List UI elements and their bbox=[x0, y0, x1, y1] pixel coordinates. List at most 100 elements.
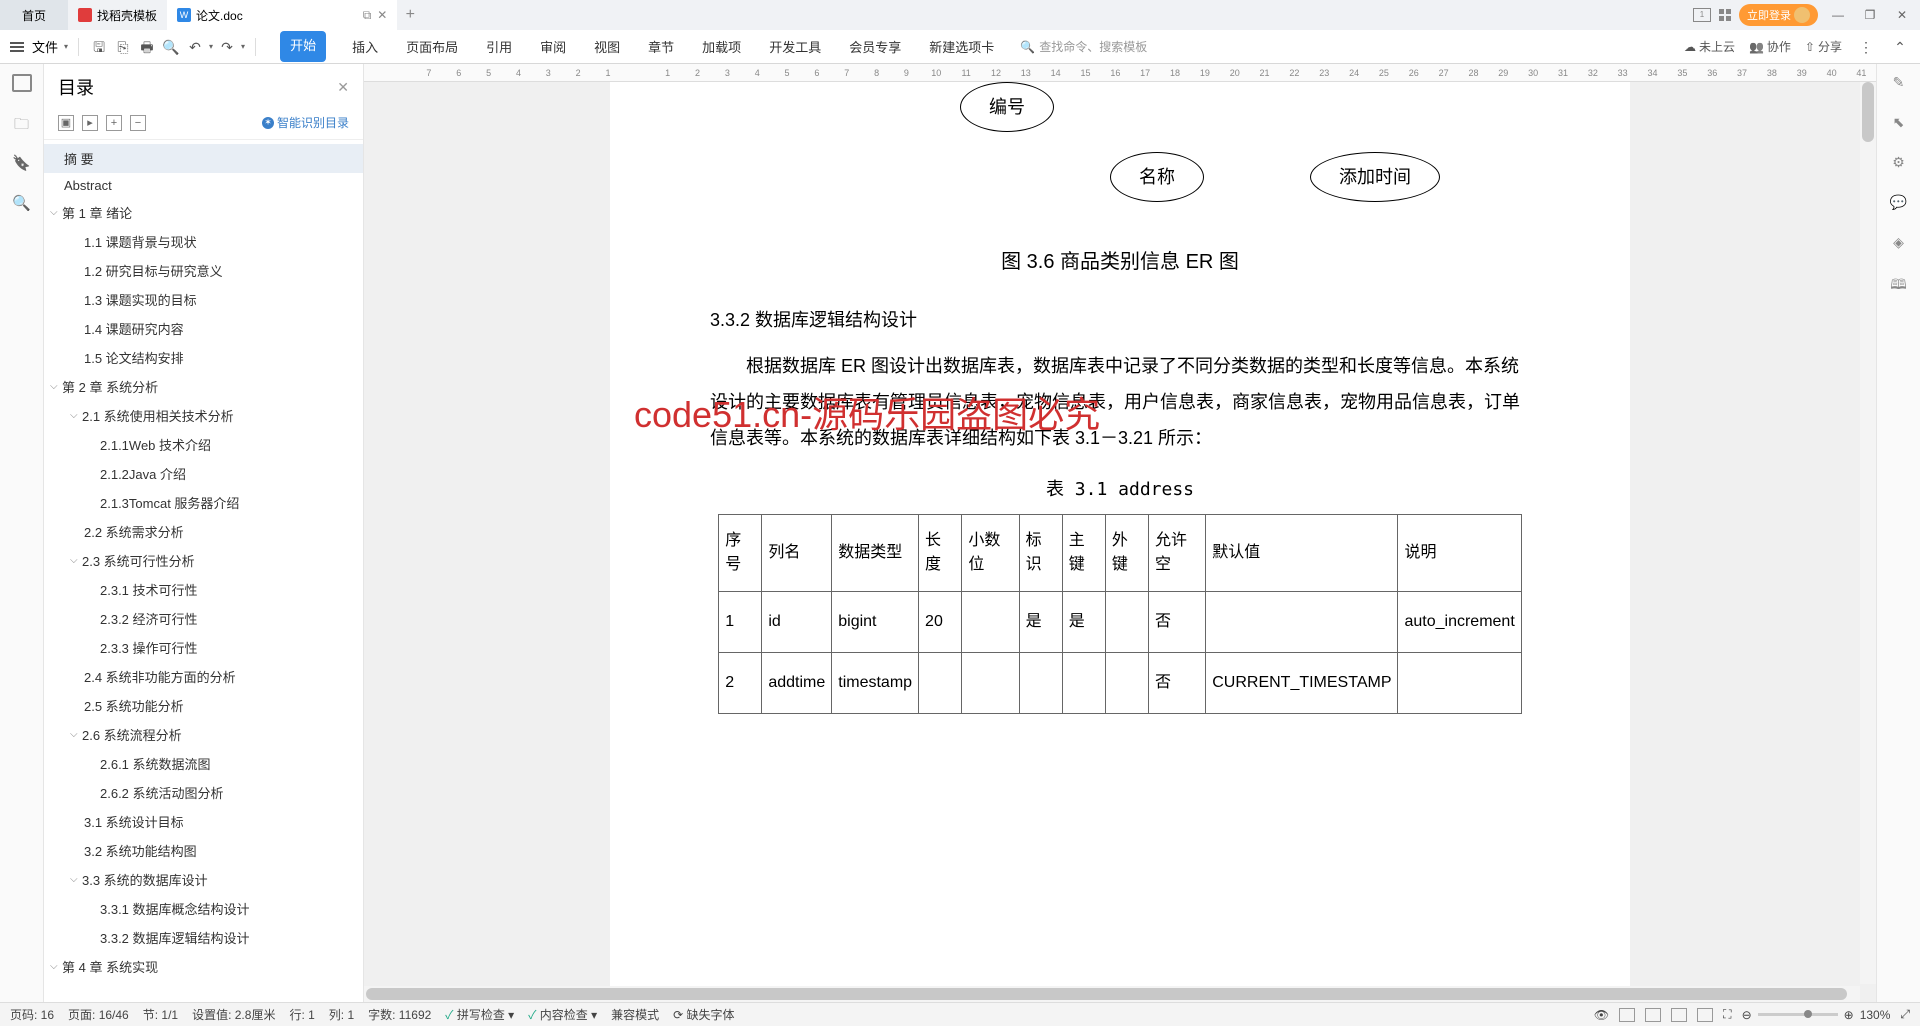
zoom-in-icon[interactable]: ⊕ bbox=[1844, 1008, 1854, 1022]
content-check[interactable]: 内容检查 ▾ bbox=[528, 1006, 597, 1023]
layout-mode-icon[interactable]: 1 bbox=[1693, 8, 1711, 22]
search-box[interactable]: 🔍查找命令、搜索模板 bbox=[1020, 38, 1147, 55]
zoom-value[interactable]: 130% bbox=[1860, 1008, 1891, 1022]
status-setvalue[interactable]: 设置值: 2.8厘米 bbox=[192, 1006, 275, 1023]
toc-item[interactable]: 1.5 论文结构安排 bbox=[44, 343, 363, 372]
ribbon-tab-developer[interactable]: 开发工具 bbox=[767, 31, 823, 62]
chevron-down-icon[interactable]: ▾ bbox=[241, 42, 245, 51]
smart-toc-button[interactable]: ✶智能识别目录 bbox=[262, 114, 349, 131]
toc-item[interactable]: 2.1.3Tomcat 服务器介绍 bbox=[44, 488, 363, 517]
preview-icon[interactable]: 🔍 bbox=[161, 37, 181, 57]
toc-item[interactable]: 2.1.1Web 技术介绍 bbox=[44, 430, 363, 459]
status-row[interactable]: 行: 1 bbox=[289, 1006, 314, 1023]
ribbon-tab-newtab[interactable]: 新建选项卡 bbox=[927, 31, 996, 62]
toc-item[interactable]: 3.1 系统设计目标 bbox=[44, 807, 363, 836]
toc-item[interactable]: 2.2 系统需求分析 bbox=[44, 517, 363, 546]
toc-item[interactable]: 1.3 课题实现的目标 bbox=[44, 285, 363, 314]
zoom-slider[interactable] bbox=[1758, 1013, 1838, 1016]
toc-item[interactable]: 2.3.3 操作可行性 bbox=[44, 633, 363, 662]
toc-item[interactable]: 2.6.2 系统活动图分析 bbox=[44, 778, 363, 807]
scrollbar-vertical[interactable] bbox=[1860, 82, 1876, 984]
toc-item[interactable]: 1.2 研究目标与研究意义 bbox=[44, 256, 363, 285]
toc-item[interactable]: 1.4 课题研究内容 bbox=[44, 314, 363, 343]
ribbon-tab-insert[interactable]: 插入 bbox=[350, 31, 380, 62]
toc-item[interactable]: 1.1 课题背景与现状 bbox=[44, 227, 363, 256]
ribbon-tab-pagelayout[interactable]: 页面布局 bbox=[404, 31, 460, 62]
eye-icon[interactable]: 👁 bbox=[1594, 1008, 1609, 1022]
minimize-button[interactable]: — bbox=[1826, 3, 1850, 27]
expand-icon[interactable]: ⤢ bbox=[1900, 1007, 1910, 1022]
toc-item[interactable]: ⌵2.3 系统可行性分析 bbox=[44, 546, 363, 575]
status-wordcount[interactable]: 字数: 11692 bbox=[368, 1006, 431, 1023]
level-button[interactable]: ▣ bbox=[58, 115, 74, 131]
add-button[interactable]: + bbox=[106, 115, 122, 131]
status-section[interactable]: 节: 1/1 bbox=[143, 1006, 178, 1023]
chevron-down-icon[interactable]: ▾ bbox=[209, 42, 213, 51]
file-menu[interactable]: 文件 bbox=[32, 37, 58, 56]
scrollbar-horizontal[interactable] bbox=[364, 986, 1860, 1002]
file-icon[interactable]: 🗀 bbox=[12, 114, 32, 132]
toc-item[interactable]: ⌵第 2 章 系统分析 bbox=[44, 372, 363, 401]
toc-item[interactable]: Abstract bbox=[44, 173, 363, 198]
maximize-button[interactable]: ❐ bbox=[1858, 3, 1882, 27]
status-pages[interactable]: 页面: 16/46 bbox=[68, 1006, 129, 1023]
ribbon-tab-chapter[interactable]: 章节 bbox=[646, 31, 676, 62]
spell-check[interactable]: 拼写检查 ▾ bbox=[445, 1006, 514, 1023]
close-icon[interactable]: ✕ bbox=[337, 79, 349, 96]
ruler[interactable]: 7654321123456789101112131415161718192021… bbox=[364, 64, 1876, 82]
view-read-icon[interactable] bbox=[1697, 1008, 1713, 1022]
view-page-icon[interactable] bbox=[1619, 1008, 1635, 1022]
missing-font[interactable]: ⟳ 缺失字体 bbox=[673, 1006, 734, 1023]
scrollbar-thumb[interactable] bbox=[1862, 82, 1874, 142]
tab-template[interactable]: 找稻壳模板 bbox=[68, 0, 167, 30]
undo-icon[interactable]: ↶ bbox=[185, 37, 205, 57]
toc-item[interactable]: 3.3.1 数据库概念结构设计 bbox=[44, 894, 363, 923]
collapse-ribbon-icon[interactable]: ⌃ bbox=[1890, 37, 1910, 57]
new-tab-button[interactable]: + bbox=[397, 6, 423, 24]
toc-item[interactable]: 3.2 系统功能结构图 bbox=[44, 836, 363, 865]
toc-item[interactable]: 2.5 系统功能分析 bbox=[44, 691, 363, 720]
toc-list[interactable]: 摘 要Abstract⌵第 1 章 绪论1.1 课题背景与现状1.2 研究目标与… bbox=[44, 140, 363, 1002]
edit-icon[interactable]: ✎ bbox=[1890, 74, 1908, 92]
ribbon-tab-member[interactable]: 会员专享 bbox=[847, 31, 903, 62]
toc-item[interactable]: ⌵3.3 系统的数据库设计 bbox=[44, 865, 363, 894]
close-button[interactable]: ✕ bbox=[1890, 3, 1914, 27]
status-page[interactable]: 页码: 16 bbox=[10, 1006, 54, 1023]
ribbon-tab-addons[interactable]: 加载项 bbox=[700, 31, 743, 62]
toc-item[interactable]: 2.1.2Java 介绍 bbox=[44, 459, 363, 488]
collaborate-button[interactable]: 协作 bbox=[1749, 38, 1791, 55]
reader-icon[interactable]: 🕮 bbox=[1890, 274, 1908, 292]
redo-icon[interactable]: ↷ bbox=[217, 37, 237, 57]
ribbon-tab-start[interactable]: 开始 bbox=[280, 31, 326, 62]
status-col[interactable]: 列: 1 bbox=[329, 1006, 354, 1023]
protect-icon[interactable]: ◈ bbox=[1890, 234, 1908, 252]
toc-item[interactable]: 2.3.2 经济可行性 bbox=[44, 604, 363, 633]
toc-item[interactable]: ⌵2.1 系统使用相关技术分析 bbox=[44, 401, 363, 430]
ribbon-tab-references[interactable]: 引用 bbox=[484, 31, 514, 62]
chat-icon[interactable]: 💬 bbox=[1890, 194, 1908, 212]
view-web-icon[interactable] bbox=[1671, 1008, 1687, 1022]
search-icon[interactable] bbox=[12, 194, 32, 212]
fullscreen-icon[interactable]: ⛶ bbox=[1723, 1007, 1731, 1022]
tab-popup-icon[interactable]: ⧉ bbox=[363, 8, 372, 23]
export-icon[interactable]: ⎘ bbox=[113, 37, 133, 57]
toc-item[interactable]: 2.4 系统非功能方面的分析 bbox=[44, 662, 363, 691]
settings-icon[interactable]: ⚙ bbox=[1890, 154, 1908, 172]
view-outline-icon[interactable] bbox=[1645, 1008, 1661, 1022]
toc-item[interactable]: ⌵第 4 章 系统实现 bbox=[44, 952, 363, 981]
more-icon[interactable]: ⋮ bbox=[1856, 37, 1876, 57]
select-icon[interactable]: ⬉ bbox=[1890, 114, 1908, 132]
login-button[interactable]: 立即登录 bbox=[1739, 4, 1818, 26]
share-button[interactable]: ⇧分享 bbox=[1805, 38, 1842, 55]
tab-document[interactable]: W论文.doc ⧉✕ bbox=[167, 0, 397, 30]
compat-mode[interactable]: 兼容模式 bbox=[611, 1006, 659, 1023]
hamburger-icon[interactable] bbox=[10, 46, 24, 48]
save-icon[interactable]: 🖫 bbox=[89, 37, 109, 57]
toc-item[interactable]: 3.3.2 数据库逻辑结构设计 bbox=[44, 923, 363, 952]
toc-item[interactable]: 摘 要 bbox=[44, 144, 363, 173]
remove-button[interactable]: − bbox=[130, 115, 146, 131]
chevron-down-icon[interactable]: ▾ bbox=[64, 42, 68, 51]
zoom-out-icon[interactable]: ⊖ bbox=[1742, 1008, 1752, 1022]
scrollbar-thumb[interactable] bbox=[366, 988, 1847, 1000]
tab-close-icon[interactable]: ✕ bbox=[377, 8, 387, 23]
